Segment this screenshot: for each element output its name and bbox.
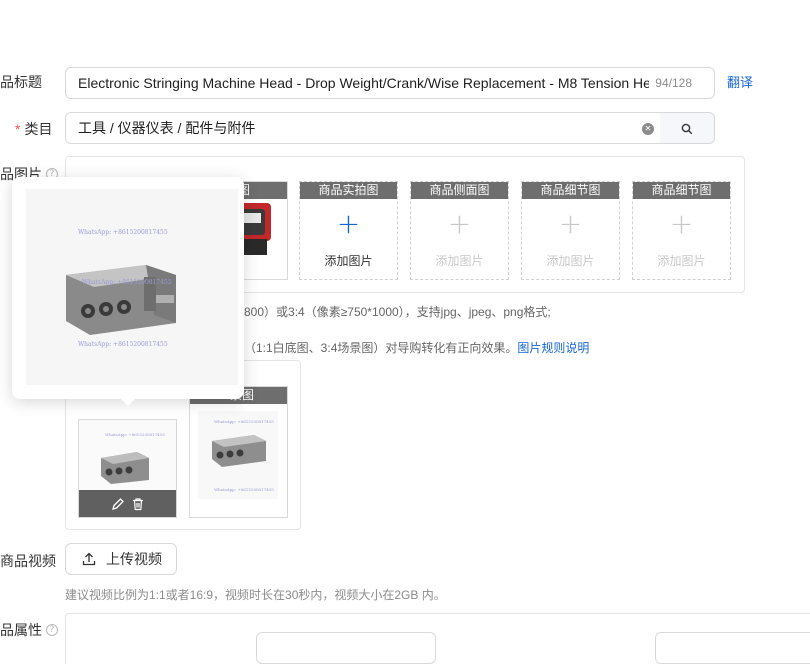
attributes-label: 品属性 — [0, 622, 42, 638]
add-image-label: 添加图片 — [546, 254, 595, 268]
plus-icon: + — [558, 207, 583, 240]
image-preview-popover: WhatsApp: +8615200817455 WhatsApp: +8615… — [12, 177, 244, 399]
category-value: 工具 / 仪器仪表 / 配件与附件 — [78, 120, 256, 136]
edit-icon[interactable] — [111, 497, 125, 511]
image-slot-detail-1[interactable]: 商品细节图 + 添加图片 — [521, 181, 620, 280]
svg-text:WhatsApp: +8615200817455: WhatsApp: +8615200817455 — [105, 432, 165, 437]
plus-icon: + — [669, 207, 694, 240]
add-image-label: 添加图片 — [657, 254, 706, 268]
watermark-top: WhatsApp: +8615200817455 — [78, 229, 168, 236]
upload-video-button[interactable]: 上传视频 — [65, 543, 177, 575]
watermark-bottom: WhatsApp: +8615200817455 — [78, 341, 168, 348]
thumbnail-actions — [79, 490, 176, 517]
image-size-hint: 800）或3:4（像素≥750*1000），支持jpg、jpeg、png格式; — [244, 305, 551, 319]
delete-icon[interactable] — [131, 497, 145, 511]
image-slot-real[interactable]: 商品实拍图 + 添加图片 — [299, 181, 398, 280]
add-image-label: 添加图片 — [435, 254, 484, 268]
image-rules-link[interactable]: 图片规则说明 — [517, 341, 589, 355]
video-label: 商品视频 — [0, 553, 56, 569]
product-image: WhatsApp: +8615200817455 — [101, 432, 165, 484]
title-label: 品标题 — [0, 74, 42, 90]
upload-video-label: 上传视频 — [106, 551, 162, 567]
image-conversion-text: （1:1白底图、3:4场景图）对导购转化有正向效果。 — [244, 341, 518, 355]
title-input[interactable]: Electronic Stringing Machine Head - Drop… — [65, 67, 715, 99]
attribute-field[interactable] — [256, 632, 436, 664]
title-input-value: Electronic Stringing Machine Head - Drop… — [78, 75, 653, 91]
upload-icon — [82, 552, 96, 566]
attribute-field[interactable] — [655, 632, 810, 664]
title-counter: 94/128 — [649, 68, 692, 98]
watermark-middle: WhatsApp: +8615200817455 — [82, 279, 172, 286]
category-label: * 类目 — [15, 119, 52, 139]
video-hint: 建议视频比例为1:1或者16:9，视频时长在30秒内，视频大小在2GB 内。 — [65, 588, 446, 602]
product-image — [66, 265, 176, 335]
slot-header: 商品侧面图 — [411, 182, 508, 199]
translate-link[interactable]: 翻译 — [727, 72, 753, 91]
slot-header: 商品细节图 — [633, 182, 730, 199]
image-slot-side[interactable]: 商品侧面图 + 添加图片 — [410, 181, 509, 280]
image-conversion-hint: （1:1白底图、3:4场景图）对导购转化有正向效果。图片规则说明 — [244, 339, 589, 356]
category-label-text: 类目 — [24, 121, 53, 137]
popover-arrow — [120, 398, 136, 406]
svg-text:WhatsApp: +8615200817455: WhatsApp: +8615200817455 — [214, 419, 274, 424]
preview-image: WhatsApp: +8615200817455 WhatsApp: +8615… — [26, 189, 238, 385]
slot-header: 商品实拍图 — [300, 182, 397, 199]
scene-image-slot[interactable]: 景图 WhatsApp: +8615200817455 WhatsApp: +8… — [189, 386, 288, 518]
image-slot-detail-2[interactable]: 商品细节图 + 添加图片 — [632, 181, 731, 280]
search-icon — [681, 123, 693, 135]
product-image: WhatsApp: +8615200817455 WhatsApp: +8615… — [198, 411, 278, 499]
clear-icon[interactable]: ✕ — [642, 123, 654, 135]
required-mark: * — [15, 121, 21, 137]
svg-text:WhatsApp: +8615200817455: WhatsApp: +8615200817455 — [214, 487, 274, 492]
plus-icon: + — [447, 207, 472, 240]
category-search-button[interactable] — [660, 112, 715, 144]
uploaded-thumbnail[interactable]: WhatsApp: +8615200817455 — [78, 419, 177, 518]
add-image-label: 添加图片 — [324, 254, 373, 268]
help-icon[interactable]: ? — [46, 624, 58, 636]
slot-header: 商品细节图 — [522, 182, 619, 199]
plus-icon: + — [336, 207, 361, 240]
category-select[interactable]: 工具 / 仪器仪表 / 配件与附件 ✕ — [65, 112, 662, 144]
